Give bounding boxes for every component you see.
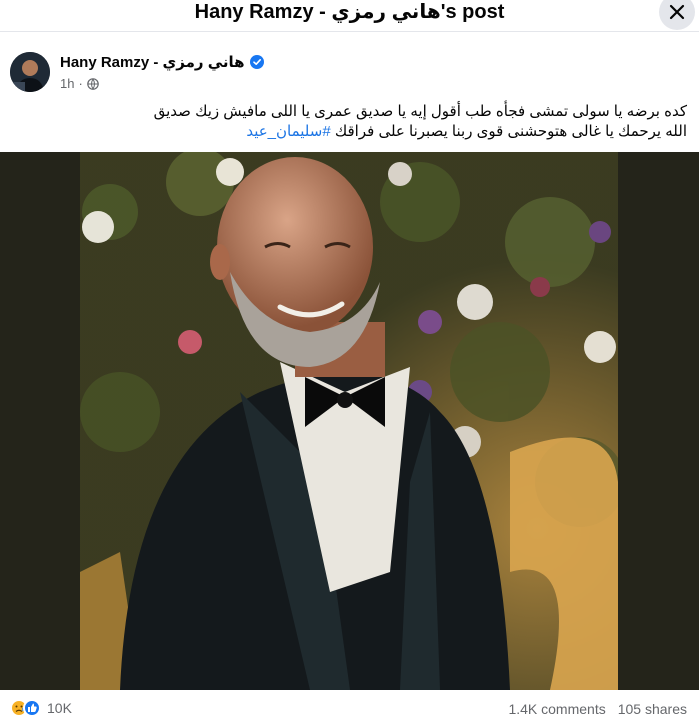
- hashtag-link[interactable]: #سليمان_عيد: [246, 123, 330, 140]
- post-text-line-2: الله يرحمك يا غالى هتوحشنى قوى ربنا يصبر…: [0, 122, 687, 142]
- meta-separator: ·: [78, 76, 83, 91]
- reaction-count[interactable]: 10K: [47, 700, 72, 716]
- globe-icon[interactable]: [87, 77, 99, 90]
- like-reaction-icon: [23, 699, 41, 717]
- dialog-title: Hany Ramzy - هاني رمزي's post: [194, 1, 505, 23]
- author-avatar[interactable]: [10, 52, 50, 92]
- post-footer: 10K 1.4K comments 105 shares: [0, 695, 699, 724]
- verified-badge-icon: [249, 55, 264, 69]
- post-text-line-2-body: الله يرحمك يا غالى هتوحشنى قوى ربنا يصبر…: [330, 123, 687, 140]
- post-text-line-1: كده برضه يا سولى تمشى فجأه طب أقول إيه ي…: [153, 103, 687, 120]
- post-time[interactable]: 1h: [60, 76, 74, 91]
- shares-count[interactable]: 105 shares: [618, 701, 687, 717]
- post-photo[interactable]: [80, 152, 618, 690]
- author-name[interactable]: Hany Ramzy - هاني رمزي: [60, 53, 245, 71]
- media-area: [0, 152, 699, 690]
- dialog-header: Hany Ramzy - هاني رمزي's post: [0, 0, 699, 32]
- reactions-summary[interactable]: 10K: [10, 699, 72, 717]
- comments-count[interactable]: 1.4K comments: [508, 701, 605, 717]
- post-header: Hany Ramzy - هاني رمزي 1h ·: [10, 50, 690, 96]
- close-icon: [669, 4, 685, 20]
- post-text: كده برضه يا سولى تمشى فجأه طب أقول إيه ي…: [0, 102, 687, 142]
- close-button[interactable]: [659, 0, 695, 30]
